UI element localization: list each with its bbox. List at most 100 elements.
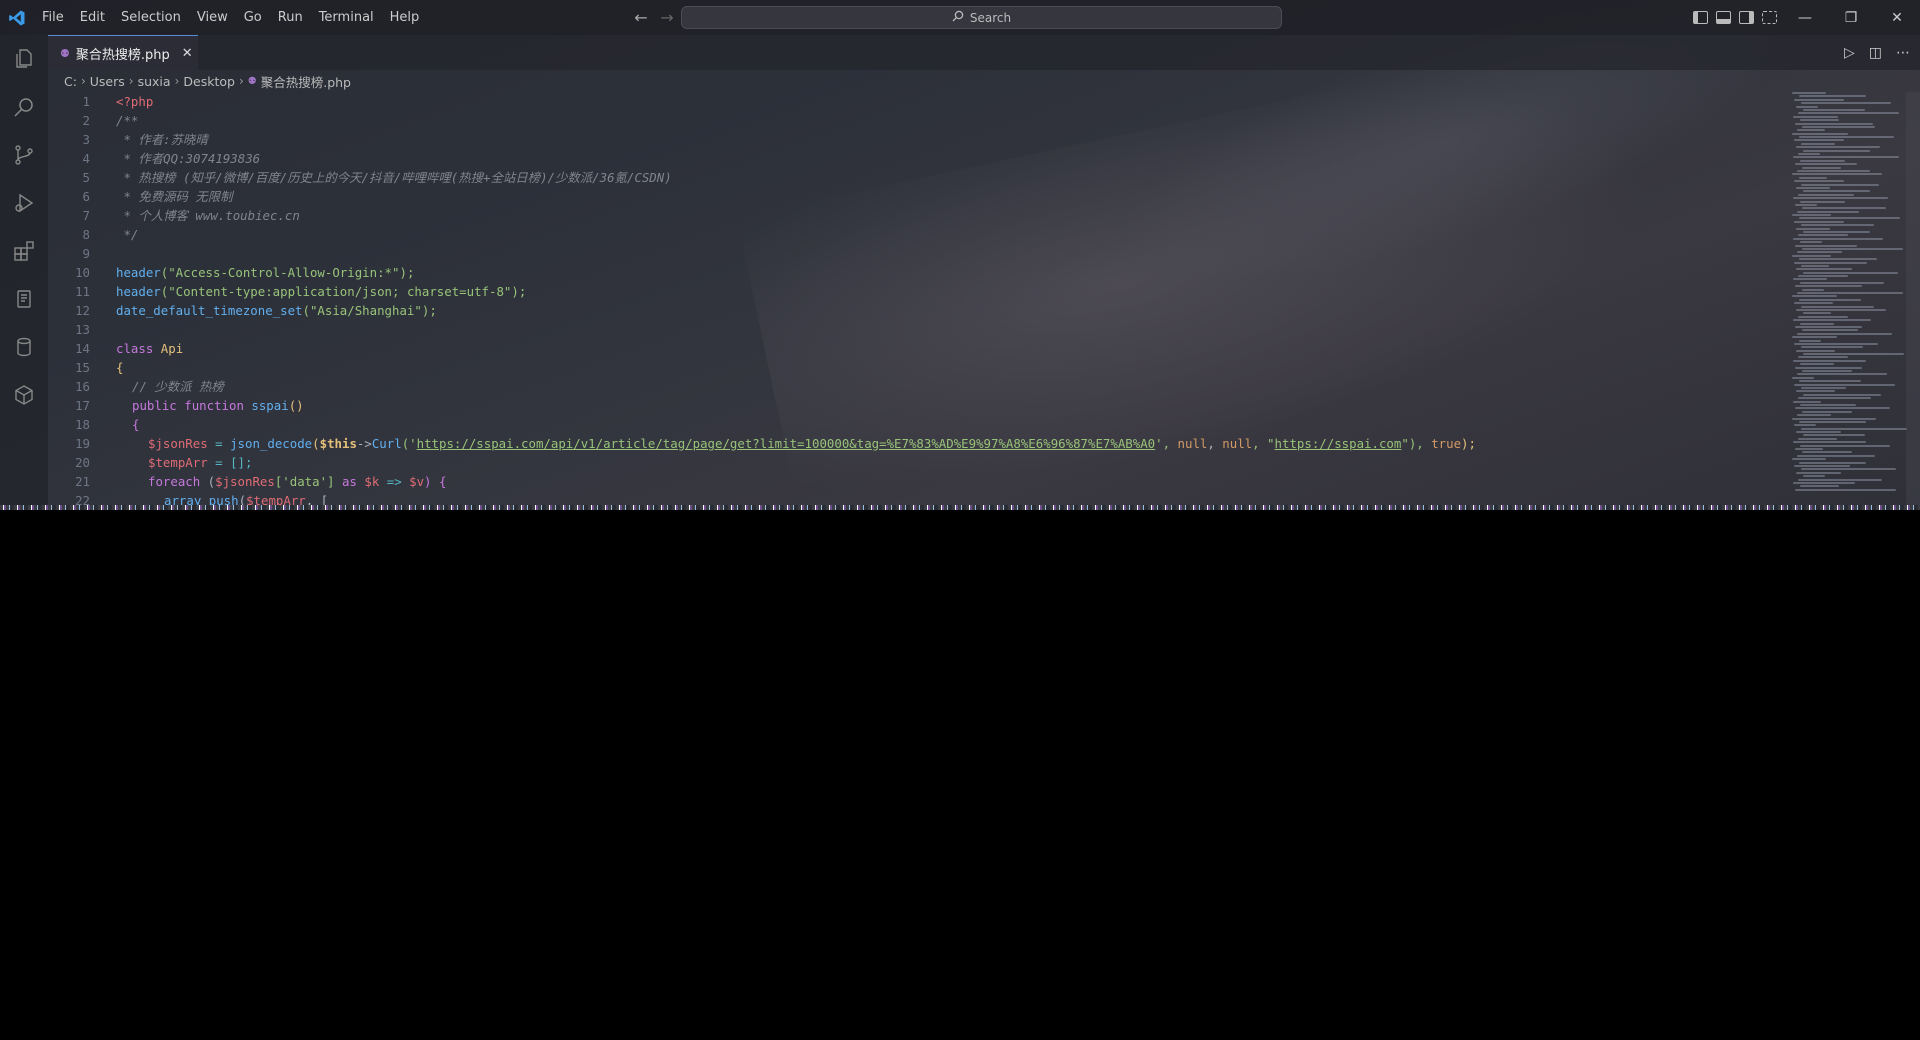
minimap-line [1803,393,1882,396]
code-text: class [116,341,154,356]
minimap-line [1797,129,1825,132]
chevron-right-icon: › [174,74,180,88]
code-text: $tempArr [148,455,208,470]
minimap-line [1794,98,1845,101]
minimap-line [1799,258,1878,261]
close-tab-icon[interactable]: ✕ [182,46,193,61]
minimap-line [1793,359,1866,362]
run-debug-icon[interactable] [0,179,48,227]
back-arrow-icon[interactable]: ← [632,8,650,27]
line-number: 18 [75,417,90,432]
breadcrumb-users[interactable]: Users [90,74,125,89]
minimap-line [1796,146,1880,149]
minimap-line [1796,186,1830,189]
close-window-icon[interactable]: ✕ [1874,0,1920,35]
layout-controls [1693,0,1777,35]
toggle-panel-icon[interactable] [1716,11,1731,24]
code-text: -> [356,436,372,451]
minimap-line [1795,244,1857,247]
explorer-icon[interactable] [0,35,48,83]
minimap-line [1800,403,1856,406]
minimap-line [1795,407,1891,410]
breadcrumb-user[interactable]: suxia [138,74,171,89]
minimap-line [1794,261,1867,264]
minimap-line [1792,376,1815,379]
code-text: as [341,474,357,489]
minimap-line [1795,448,1823,451]
run-file-icon[interactable]: ▷ [1844,45,1855,61]
code-line: 18 { [48,415,1788,434]
minimap-line [1797,251,1842,254]
tab-active-file[interactable]: ⚉ 聚合热搜榜.php ✕ [48,35,198,70]
code-text: null [1177,436,1208,451]
minimap-line [1794,342,1878,345]
restore-icon[interactable]: ❐ [1828,0,1874,35]
remote-explorer-icon[interactable] [0,275,48,323]
minimap-line [1800,241,1823,244]
minimap-line [1801,224,1874,227]
extensions-icon[interactable] [0,227,48,275]
forward-arrow-icon[interactable]: → [658,8,676,27]
url-link[interactable]: https://sspai.com [1275,436,1402,451]
menu-go[interactable]: Go [236,0,270,35]
minimap-line [1793,115,1838,118]
menu-edit[interactable]: Edit [72,0,113,35]
line-number: 13 [75,322,90,337]
minimap-line [1802,247,1903,250]
window-controls: — ❐ ✕ [1782,0,1920,35]
menu-run[interactable]: Run [270,0,311,35]
minimap-line [1799,461,1867,464]
breadcrumb-file[interactable]: 聚合热搜榜.php [261,72,351,91]
breadcrumb-desktop[interactable]: Desktop [183,74,235,89]
source-control-icon[interactable] [0,131,48,179]
more-actions-icon[interactable]: ⋯ [1896,45,1910,61]
toggle-secondary-sidebar-icon[interactable] [1739,11,1754,24]
minimap-line [1798,193,1854,196]
line-number: 8 [82,227,90,242]
minimap-line [1803,190,1871,193]
menu-help[interactable]: Help [382,0,428,35]
split-editor-icon[interactable]: ◫ [1869,45,1882,61]
minimap-line [1797,332,1893,335]
customize-layout-icon[interactable] [1762,11,1777,24]
line-number: 7 [82,208,90,223]
minimap-line [1794,424,1817,427]
minimap-line [1798,112,1899,115]
minimap-line [1792,92,1826,94]
toggle-primary-sidebar-icon[interactable] [1693,11,1708,24]
minimize-icon[interactable]: — [1782,0,1828,35]
code-line: 8 */ [48,225,1788,244]
line-number: 5 [82,170,90,185]
minimap[interactable] [1792,92,1908,510]
minimap-line [1801,386,1846,389]
database-icon[interactable] [0,323,48,371]
command-center-search[interactable]: Search [681,6,1282,29]
menu-view[interactable]: View [189,0,236,35]
url-link[interactable]: https://sspai.com/api/v1/article/tag/pag… [417,436,1156,451]
code-text: * 热搜榜 (知乎/微博/百度/历史上的今天/抖音/哔哩哔哩(热搜+全站日榜)/… [116,170,672,185]
search-icon[interactable] [0,83,48,131]
package-icon[interactable] [0,371,48,419]
menu-terminal[interactable]: Terminal [311,0,382,35]
minimap-line [1801,183,1880,186]
tab-label: 聚合热搜榜.php [75,47,170,63]
code-text: () [288,398,304,413]
minimap-line [1797,210,1859,213]
code-text: ( [312,436,320,451]
minimap-line [1795,325,1863,328]
line-number: 16 [75,379,90,394]
menu-selection[interactable]: Selection [113,0,189,35]
breadcrumb-drive[interactable]: C: [64,74,77,89]
menu-file[interactable]: File [34,0,72,35]
minimap-line [1797,454,1876,457]
line-number: 12 [75,303,90,318]
line-number: 10 [75,265,90,280]
code-text: /** [116,113,139,128]
minimap-line [1797,373,1887,376]
minimap-line [1798,356,1849,359]
code-editor[interactable]: 1 <?php 2 /** 3 * 作者:苏晓晴 4 * 作者QQ:30741938… [48,92,1788,510]
minimap-line [1801,305,1874,308]
minimap-line [1800,485,1840,488]
minimap-line [1793,441,1866,444]
vertical-scrollbar[interactable] [1906,92,1920,510]
